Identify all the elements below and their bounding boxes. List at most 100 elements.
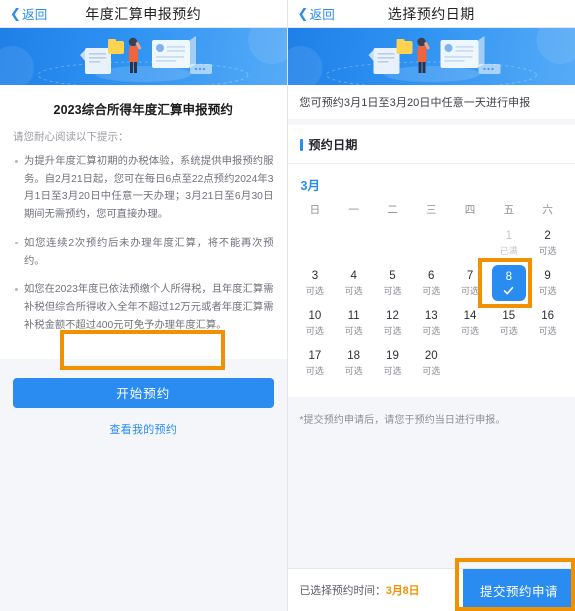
calendar-day-6[interactable]: 6 可选 <box>412 263 451 303</box>
day-status-label: 已满 <box>499 245 518 256</box>
calendar-day-12[interactable]: 12 可选 <box>373 303 412 343</box>
calendar-cell-empty <box>296 223 335 263</box>
left-navbar: ❮ 返回 年度汇算申报预约 <box>0 0 287 28</box>
right-navbar: ❮ 返回 选择预约日期 <box>287 0 575 28</box>
start-appointment-button[interactable]: 开始预约 <box>13 378 274 409</box>
calendar-cell-empty <box>451 343 490 383</box>
weekday-label: 四 <box>464 204 476 216</box>
day-status-label: 可选 <box>461 285 480 296</box>
calendar-day-9[interactable]: 9 可选 <box>528 263 567 303</box>
day-number: 1 <box>505 229 513 242</box>
calendar: 3月 日 一 二 三 四 五 六 1 已满 2 可选 3 可选 4 可选 5 可选 6 可选 7 可选 8 9… <box>287 164 575 397</box>
tip-item: 为提升年度汇算初期的办税体验，系统提供申报预约服务。自2月21日起，您可在每日6… <box>13 153 274 224</box>
back-button-right[interactable]: ❮ 返回 <box>298 4 336 23</box>
chevron-left-icon: ❮ <box>297 6 309 21</box>
selected-time-label: 已选择预约时间：3月8日 <box>300 582 420 598</box>
day-number: 9 <box>544 269 551 282</box>
day-status-label: 可选 <box>538 325 557 336</box>
left-screen: ❮ 返回 年度汇算申报预约 2023综合所得年度汇算申报预约 请您耐心阅读以下提… <box>0 0 288 611</box>
calendar-day-18[interactable]: 18 可选 <box>334 343 373 383</box>
calendar-day-3[interactable]: 3 可选 <box>296 263 335 303</box>
calendar-day-19[interactable]: 19 可选 <box>373 343 412 383</box>
calendar-month-label: 3月 <box>300 179 320 193</box>
day-number: 13 <box>424 309 438 322</box>
day-status-label: 可选 <box>422 325 441 336</box>
day-status-label: 可选 <box>383 365 402 376</box>
section-title: 预约日期 <box>308 138 358 152</box>
day-number: 2 <box>544 229 551 242</box>
weekday-label: 六 <box>542 204 553 216</box>
day-status-label: 可选 <box>461 325 480 336</box>
calendar-day-4[interactable]: 4 可选 <box>334 263 373 303</box>
calendar-day-5[interactable]: 5 可选 <box>373 263 412 303</box>
calendar-cell-empty <box>528 343 567 383</box>
day-status-label: 可选 <box>499 325 518 336</box>
day-number: 20 <box>424 349 438 362</box>
day-status-label: 可选 <box>305 285 324 296</box>
day-number: 16 <box>541 309 554 322</box>
day-number: 4 <box>350 269 357 282</box>
info-card: 2023综合所得年度汇算申报预约 请您耐心阅读以下提示： 为提升年度汇算初期的办… <box>0 85 287 360</box>
calendar-foot-note: *提交预约申请后，请您于预约当日进行申报。 <box>299 415 506 426</box>
day-status-label: 可选 <box>383 325 402 336</box>
tip-item: 如您在2023年度已依法预缴个人所得税，且年度汇算需补税但综合所得收入全年不超过… <box>13 281 274 334</box>
calendar-cell-empty <box>334 223 373 263</box>
section-accent-bar <box>299 138 303 151</box>
calendar-day-16[interactable]: 16 可选 <box>528 303 567 343</box>
weekday-label: 五 <box>503 204 515 216</box>
cta-area: 开始预约 查看我的预约 <box>13 378 274 437</box>
section-header: 预约日期 <box>287 125 575 164</box>
day-number: 10 <box>308 309 322 322</box>
day-status-label: 可选 <box>422 365 441 376</box>
day-number: 12 <box>386 309 399 322</box>
day-status-label: 可选 <box>383 285 402 296</box>
calendar-cell-empty <box>451 223 490 263</box>
day-number: 3 <box>311 269 319 282</box>
calendar-day-17[interactable]: 17 可选 <box>296 343 335 383</box>
lead-text: 请您耐心阅读以下提示： <box>13 131 129 143</box>
tips-list: 为提升年度汇算初期的办税体验，系统提供申报预约服务。自2月21日起，您可在每日6… <box>13 153 274 334</box>
day-number: 8 <box>505 270 513 283</box>
calendar-day-15[interactable]: 15 可选 <box>489 303 528 343</box>
calendar-day-2[interactable]: 2 可选 <box>528 223 567 263</box>
selected-time-prefix: 已选择预约时间： <box>299 585 386 597</box>
weekday-label: 日 <box>309 204 321 216</box>
day-number: 18 <box>347 349 361 362</box>
calendar-day-11[interactable]: 11 可选 <box>334 303 373 343</box>
tax-filing-illustration-icon <box>0 28 287 85</box>
view-my-appointment-link[interactable]: 查看我的预约 <box>13 421 274 437</box>
calendar-day-grid: 1 已满 2 可选 3 可选 4 可选 5 可选 6 可选 7 可选 8 9 可选 10 可选 11 可选 12 可选 13 可… <box>296 223 568 383</box>
right-screen: ❮ 返回 选择预约日期 您可预约3月1日至3月20日中任意一天进行申报 预约日期… <box>287 0 575 611</box>
calendar-day-14[interactable]: 14 可选 <box>451 303 490 343</box>
submit-appointment-button[interactable]: 提交预约申请 <box>463 568 575 611</box>
day-status-label: 可选 <box>422 285 441 296</box>
calendar-day-7[interactable]: 7 可选 <box>451 263 490 303</box>
weekday-label: 三 <box>425 204 437 216</box>
day-number: 14 <box>463 309 477 322</box>
availability-notice: 您可预约3月1日至3月20日中任意一天进行申报 <box>287 85 575 119</box>
calendar-day-8[interactable]: 8 <box>491 265 526 301</box>
calendar-cell-empty <box>412 223 451 263</box>
day-status-label: 可选 <box>538 245 557 256</box>
calendar-cell-empty <box>373 223 412 263</box>
calendar-day-20[interactable]: 20 可选 <box>412 343 451 383</box>
back-button-left[interactable]: ❮ 返回 <box>10 4 48 23</box>
bottom-action-bar: 已选择预约时间：3月8日 提交预约申请 <box>287 568 575 611</box>
check-icon <box>504 286 514 294</box>
calendar-cell-empty <box>489 343 528 383</box>
day-status-label: 可选 <box>344 285 363 296</box>
back-label: 返回 <box>22 8 48 22</box>
tax-filing-illustration-icon <box>287 28 575 85</box>
calendar-weekday-row: 日 一 二 三 四 五 六 <box>296 202 568 223</box>
calendar-day-1: 1 已满 <box>489 223 528 263</box>
day-number: 17 <box>308 349 322 362</box>
day-status-label: 可选 <box>344 325 363 336</box>
calendar-day-10[interactable]: 10 可选 <box>296 303 335 343</box>
day-number: 15 <box>502 309 516 322</box>
calendar-day-13[interactable]: 13 可选 <box>412 303 451 343</box>
dual-screenshot-container: ❮ 返回 年度汇算申报预约 2023综合所得年度汇算申报预约 请您耐心阅读以下提… <box>0 0 575 611</box>
day-number: 7 <box>466 269 474 282</box>
tip-item: 如您连续2次预约后未办理年度汇算，将不能再次预约。 <box>13 235 274 270</box>
day-number: 11 <box>347 309 360 322</box>
day-status-label: 可选 <box>305 365 324 376</box>
